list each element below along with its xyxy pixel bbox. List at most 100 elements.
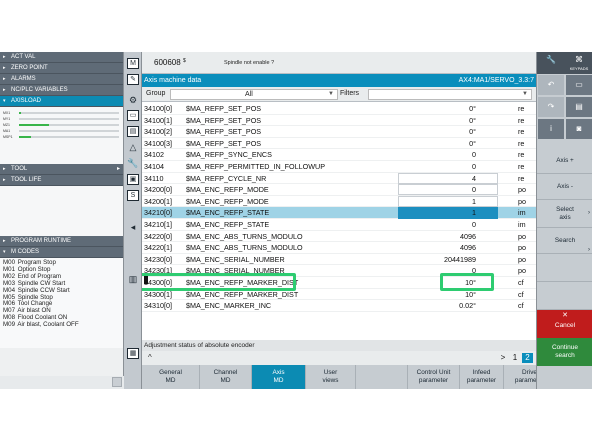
panel-header-tool-life[interactable]: ▸ TOOL LIFE [0, 175, 123, 186]
group-select[interactable]: All ▼ [170, 89, 338, 100]
panel-header-zero-point[interactable]: ▸ ZERO POINT [0, 63, 123, 74]
panel-header-m-codes[interactable]: ▾ M CODES [0, 247, 123, 258]
chevron-up-icon[interactable]: ^ [148, 353, 152, 362]
redo-icon[interactable]: ↷ [537, 96, 565, 118]
chevron-down-icon: ▼ [522, 91, 528, 97]
program-edit-icon[interactable]: ✎ [127, 74, 139, 85]
md-unit: re [518, 173, 525, 183]
md-number: 34110 [144, 173, 164, 183]
softkey-4[interactable] [356, 365, 408, 389]
table-row[interactable]: 34220[1] $MA_ENC_ABS_TURNS_MODULO 4096 po [142, 242, 536, 254]
md-number: 34200[1] [144, 196, 172, 206]
value-field[interactable] [398, 195, 498, 207]
table-row[interactable]: 34220[0] $MA_ENC_ABS_TURNS_MODULO 4096 po [142, 231, 536, 243]
softkey-2[interactable]: Axis MD [252, 365, 306, 389]
md-number: 34220[1] [144, 243, 172, 253]
page-2[interactable]: 2 [522, 353, 533, 363]
md-value[interactable]: 0 [472, 219, 476, 231]
md-value[interactable]: 1 [472, 196, 476, 208]
md-value[interactable]: 4 [472, 173, 476, 185]
scroll-down-button[interactable] [112, 377, 122, 387]
value-field[interactable] [398, 172, 498, 184]
select-axis-button[interactable]: Select axis › [537, 200, 592, 228]
cancel-button[interactable]: ✕ Cancel [537, 310, 592, 338]
wrench-icon[interactable]: 🔧 [537, 52, 565, 74]
window-icon[interactable]: ▭ [565, 74, 592, 96]
panel-header-act-val[interactable]: ▸ ACT VAL [0, 52, 123, 63]
table-row[interactable]: 34230[0] $MA_ENC_SERIAL_NUMBER 20441989 po [142, 254, 536, 266]
softkey-0[interactable]: General MD [142, 365, 200, 389]
md-value[interactable]: 0° [469, 126, 476, 138]
table-row[interactable]: 34310[0] $MA_ENC_MARKER_INC 0.02° cf [142, 300, 536, 312]
axis-minus-button[interactable]: Axis - [537, 174, 592, 200]
startup-icon[interactable]: ▣ [127, 174, 139, 185]
table-row[interactable]: 34104 $MA_REFP_PERMITTED_IN_FOLLOWUP 0 re [142, 161, 536, 173]
sinumerik-integrate-icon[interactable]: S [127, 190, 139, 201]
axis-plus-button[interactable]: Axis + [537, 148, 592, 174]
panel-toggle-icon[interactable]: ▥ [127, 274, 139, 285]
offset-icon[interactable]: ▭ [127, 110, 139, 121]
panel-header-alarms[interactable]: ▸ ALARMS [0, 74, 123, 85]
table-row[interactable]: 34100[2] $MA_REFP_SET_POS 0° re [142, 126, 536, 138]
md-value[interactable]: 0 [472, 184, 476, 196]
panel-header-tool[interactable]: ▸ TOOL ▸ [0, 164, 123, 175]
softkey-5[interactable]: Control Unit parameter [408, 365, 460, 389]
info-icon[interactable]: i [537, 118, 565, 140]
panel-header-axisload[interactable]: ▾ AXISLOAD [0, 96, 123, 107]
md-unit: po [518, 243, 526, 253]
value-field[interactable] [398, 184, 498, 196]
table-row[interactable]: 34102 $MA_REFP_SYNC_ENCS 0 re [142, 149, 536, 161]
machine-icon[interactable]: M [127, 58, 139, 69]
md-value[interactable]: 0° [469, 103, 476, 115]
table-row[interactable]: 34100[3] $MA_REFP_SET_POS 0° re [142, 138, 536, 150]
softkey-3[interactable]: User views [306, 365, 356, 389]
diagnostics-icon[interactable]: △ [127, 142, 139, 153]
keypads-button[interactable]: ⌘ KEYPADS [565, 52, 592, 74]
program-manager-icon[interactable]: ▤ [127, 126, 139, 137]
md-value[interactable]: 0 [472, 149, 476, 161]
md-number: 34200[0] [144, 185, 172, 195]
md-value[interactable]: 0° [469, 115, 476, 127]
filters-select[interactable]: ▼ [368, 89, 532, 100]
panel-header-program-runtime[interactable]: ▸ PROGRAM RUNTIME [0, 236, 123, 247]
table-row[interactable]: 34100[0] $MA_REFP_SET_POS 0° re [142, 103, 536, 115]
softkey-1[interactable]: Channel MD [200, 365, 252, 389]
empty-softkey[interactable] [537, 254, 592, 282]
undo-icon[interactable]: ↶ [537, 74, 565, 96]
md-name: $MA_REFP_SYNC_ENCS [186, 150, 272, 160]
md-value[interactable]: 20441989 [444, 254, 476, 266]
page-1[interactable]: 1 [510, 353, 520, 363]
md-value[interactable]: 4096 [460, 242, 476, 254]
md-value[interactable]: 0° [469, 138, 476, 150]
m-codes-scrollbar[interactable] [0, 376, 124, 389]
alarm-message[interactable]: Spindle not enable ? [224, 60, 274, 66]
collapse-arrow-icon[interactable]: ◂ [127, 222, 139, 233]
layout-icon[interactable]: ▤ [565, 96, 592, 118]
window-titlebar: Axis machine data AX4:MA1/SERVO_3.3:7 [142, 74, 536, 87]
panel-header-nc-plc-variables[interactable]: ▸ NC/PLC VARIABLES [0, 85, 123, 96]
softkey-6[interactable]: Infeed parameter [460, 365, 504, 389]
gear-icon[interactable]: ⚙ [127, 95, 139, 106]
continue-search-button[interactable]: Continue search [537, 338, 592, 366]
md-value[interactable]: 1 [472, 207, 476, 219]
table-row[interactable]: 34200[1] $MA_ENC_REFP_MODE 1 po [142, 195, 536, 208]
wrench-icon[interactable]: 🔧 [127, 158, 139, 169]
camera-icon[interactable]: ◙ [565, 118, 592, 140]
md-value[interactable]: 0 [472, 161, 476, 173]
search-button[interactable]: Search › [537, 228, 592, 254]
table-row[interactable]: 34210[1] $MA_ENC_REFP_STATE 0 im [142, 219, 536, 231]
md-name: $MA_ENC_MARKER_INC [186, 301, 272, 311]
table-row[interactable]: 34200[0] $MA_ENC_REFP_MODE 0 po [142, 184, 536, 196]
keyboard-icon[interactable]: ▦ [127, 348, 139, 359]
hmi-screen: ▸ ACT VAL ▸ ZERO POINT ▸ ALARMS ▸ NC/PLC VAR… [0, 52, 592, 389]
md-value[interactable]: 4096 [460, 231, 476, 243]
value-field-active[interactable] [398, 207, 498, 219]
empty-softkey[interactable] [537, 282, 592, 310]
table-row[interactable]: 34210[0] $MA_ENC_REFP_STATE 1 im [142, 207, 536, 219]
table-row[interactable]: 34110 $MA_REFP_CYCLE_NR 4 re [142, 172, 536, 185]
page-next[interactable]: > [498, 353, 508, 363]
md-name: $MA_ENC_ABS_TURNS_MODULO [186, 231, 303, 241]
md-value[interactable]: 0.02° [459, 300, 476, 312]
filters-label: Filters [340, 90, 360, 97]
table-row[interactable]: 34100[1] $MA_REFP_SET_POS 0° re [142, 115, 536, 127]
